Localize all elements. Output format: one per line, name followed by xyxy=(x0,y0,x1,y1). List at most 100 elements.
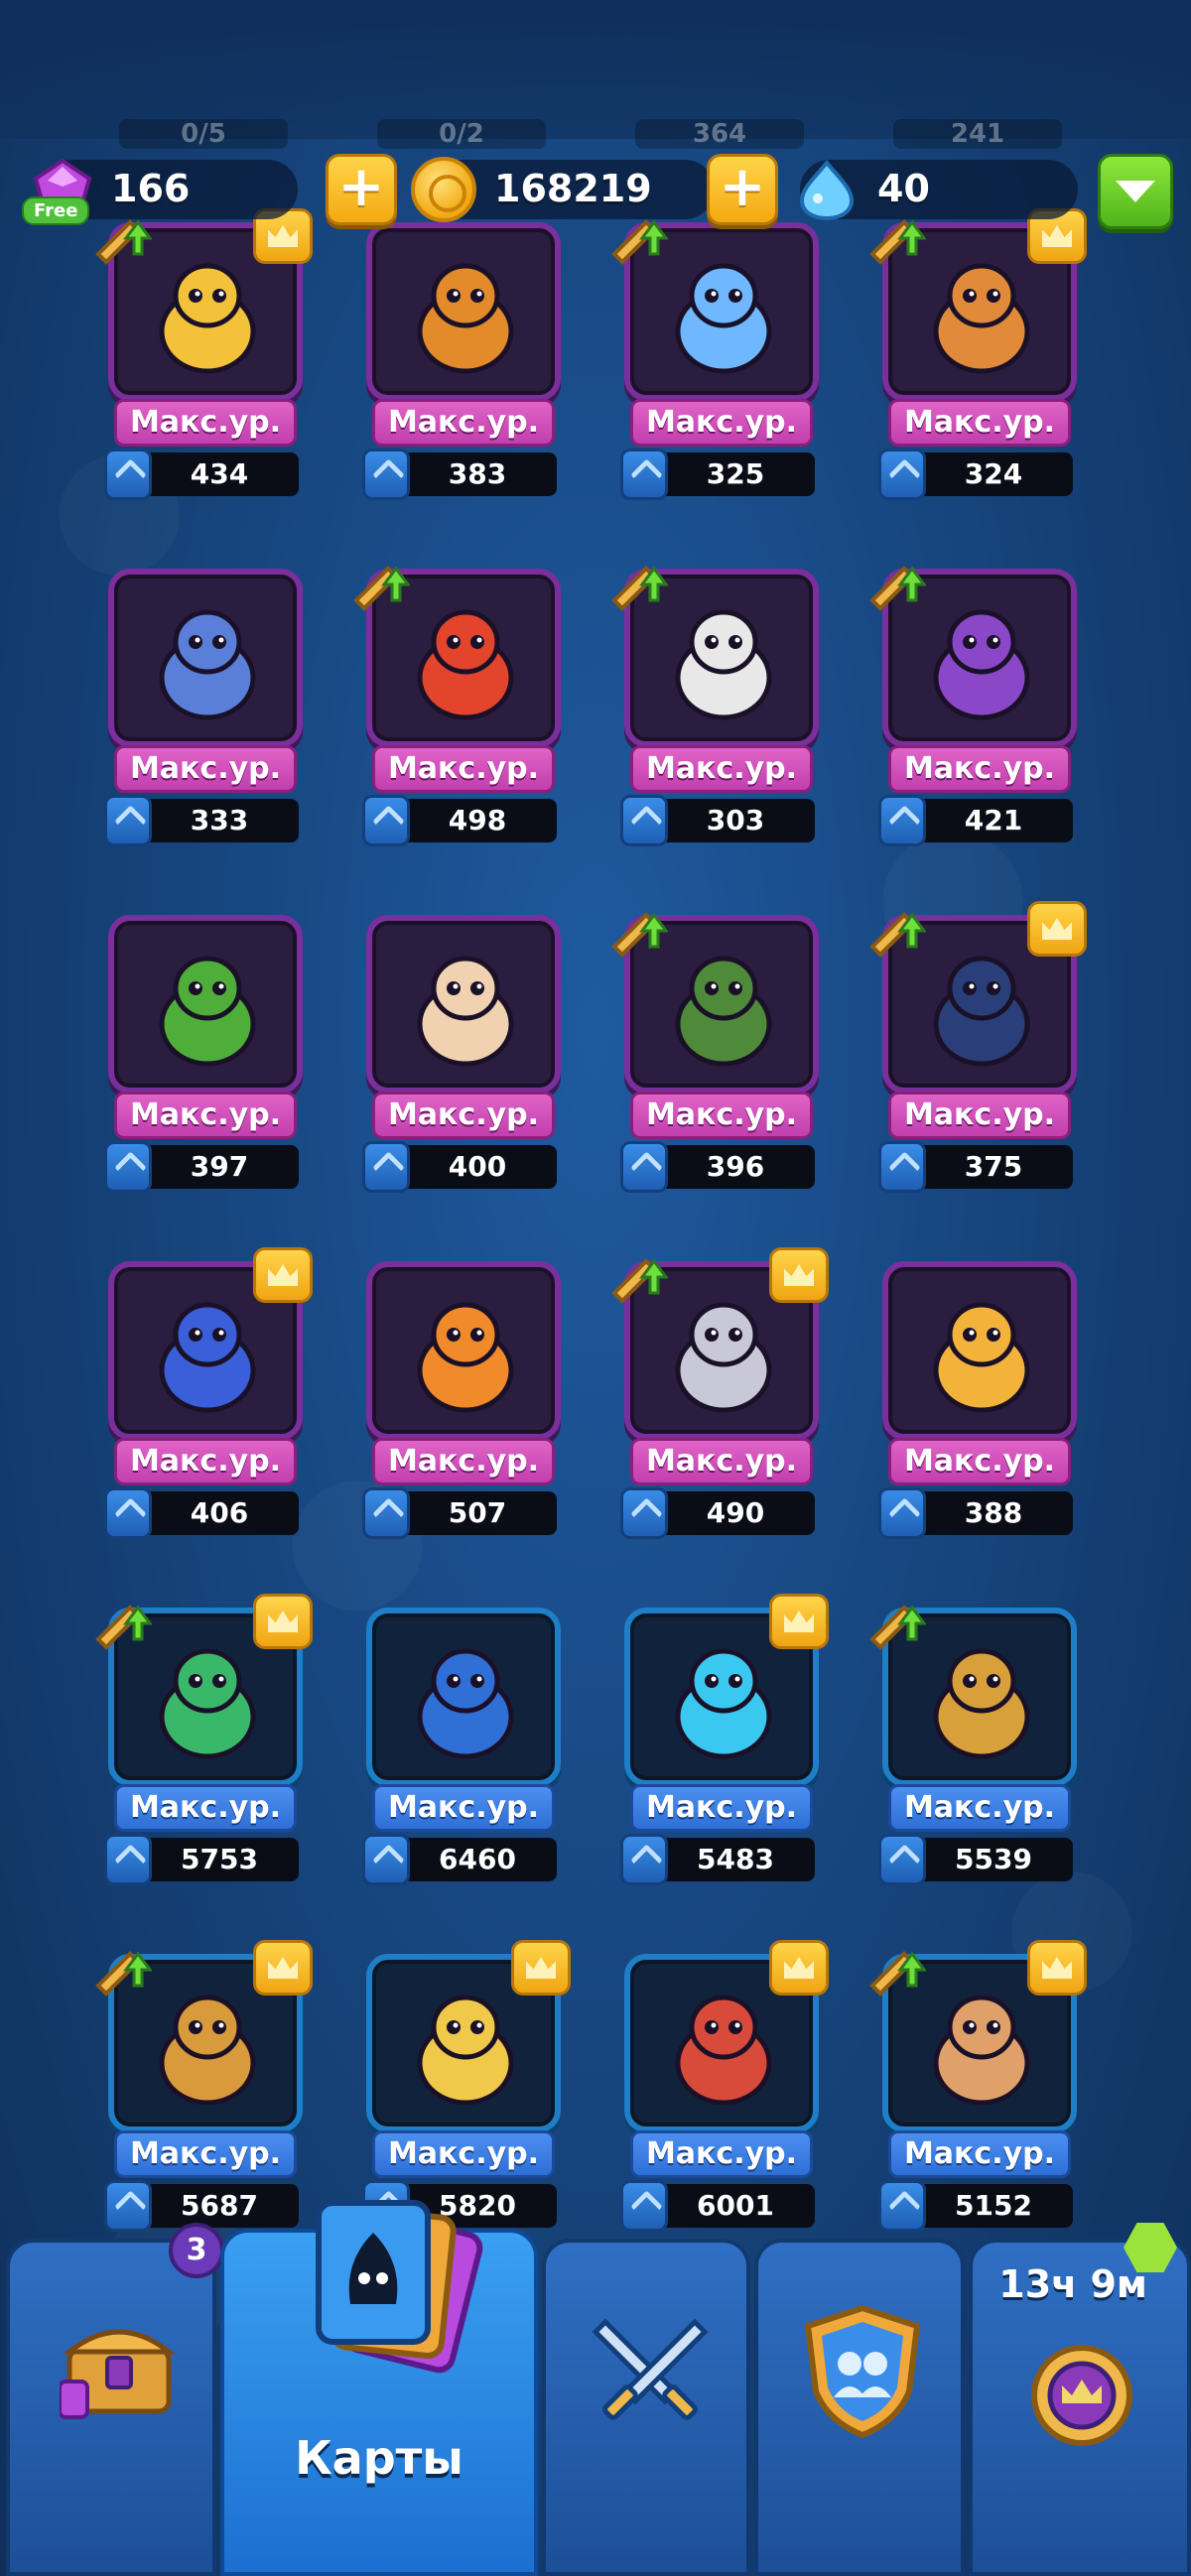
hero-card[interactable]: Макс.ур. 5687 xyxy=(95,1940,313,2238)
plague-doctor-icon xyxy=(933,609,1030,720)
max-level-label: Макс.ур. xyxy=(630,1092,813,1139)
card-stack-icon xyxy=(362,1487,410,1539)
hero-card[interactable]: Макс.ур. 6460 xyxy=(362,1594,561,1891)
knight-icon xyxy=(675,1995,772,2106)
max-level-label: Макс.ур. xyxy=(888,1438,1071,1485)
max-level-label: Макс.ур. xyxy=(888,1784,1071,1832)
hero-card[interactable]: Макс.ур. 5539 xyxy=(869,1594,1077,1891)
crossed-swords-icon xyxy=(592,2318,709,2420)
tab-clan[interactable] xyxy=(754,2239,965,2576)
hero-card[interactable]: Макс.ур. 400 xyxy=(362,901,561,1199)
chest-icon xyxy=(159,1995,256,2106)
coin-icon xyxy=(411,157,476,222)
card-count: 498 xyxy=(398,799,557,842)
max-level-label: Макс.ур. xyxy=(630,399,813,447)
card-count: 388 xyxy=(914,1491,1073,1535)
goblin-icon xyxy=(675,956,772,1067)
hero-card[interactable]: Макс.ур. 388 xyxy=(878,1247,1077,1545)
hero-card[interactable]: Макс.ур. 6001 xyxy=(620,1940,829,2238)
shaman-icon xyxy=(159,1648,256,1759)
crown-icon xyxy=(769,1940,829,1996)
hero-card[interactable]: Макс.ур. 421 xyxy=(869,555,1077,852)
hero-card[interactable]: Макс.ур. 498 xyxy=(353,555,561,852)
upgrade-arrow-icon xyxy=(869,1605,926,1650)
ghost-count: 0/2 xyxy=(377,119,546,149)
card-stack-icon xyxy=(878,449,926,500)
upgrade-arrow-icon xyxy=(611,1258,668,1304)
card-stack-icon xyxy=(104,795,152,846)
hero-card[interactable]: Макс.ур. 5753 xyxy=(95,1594,313,1891)
card-stack-icon xyxy=(620,795,668,846)
banner-icon xyxy=(417,1648,514,1759)
hero-card[interactable]: Макс.ур. 325 xyxy=(611,208,819,506)
crown-icon xyxy=(769,1247,829,1303)
upgrade-arrow-icon xyxy=(611,912,668,958)
free-badge[interactable]: Free xyxy=(22,196,90,225)
hero-card[interactable]: Макс.ур. 383 xyxy=(362,208,561,506)
dropdown-menu-button[interactable] xyxy=(1098,154,1173,229)
card-count: 303 xyxy=(656,799,815,842)
hero-card[interactable]: Макс.ур. 507 xyxy=(362,1247,561,1545)
max-level-label: Макс.ур. xyxy=(630,1784,813,1832)
gems-count: 166 xyxy=(111,167,191,210)
max-level-label: Макс.ур. xyxy=(372,399,555,447)
card-stack-icon xyxy=(362,795,410,846)
hero-card[interactable]: Макс.ур. 406 xyxy=(104,1247,313,1545)
card-count: 383 xyxy=(398,452,557,496)
card-stack-icon xyxy=(104,1141,152,1193)
upgrade-arrow-icon xyxy=(95,1605,152,1650)
robot-icon xyxy=(675,263,772,374)
engineer-icon xyxy=(933,263,1030,374)
laurel-crown-icon xyxy=(1031,2345,1132,2446)
card-stack-icon xyxy=(620,1141,668,1193)
crown-icon xyxy=(769,1594,829,1649)
hero-card[interactable]: Макс.ур. 303 xyxy=(611,555,819,852)
card-count: 434 xyxy=(140,452,299,496)
card-stack-icon xyxy=(362,449,410,500)
top-shade xyxy=(0,0,1191,139)
card-stack-icon xyxy=(362,1834,410,1885)
coins-count: 168219 xyxy=(494,167,652,210)
card-count: 406 xyxy=(140,1491,299,1535)
gargoyle-icon xyxy=(159,609,256,720)
reaper-icon xyxy=(933,956,1030,1067)
max-level-label: Макс.ур. xyxy=(888,399,1071,447)
max-level-label: Макс.ур. xyxy=(114,1438,297,1485)
hero-card[interactable]: Макс.ур. 324 xyxy=(869,208,1087,506)
card-stack-icon xyxy=(362,1141,410,1193)
add-gems-button[interactable]: + xyxy=(326,154,397,225)
hero-card[interactable]: Макс.ур. 5152 xyxy=(869,1940,1087,2238)
hero-card[interactable]: Макс.ур. 396 xyxy=(611,901,819,1199)
plus-icon: + xyxy=(337,155,385,219)
chest-icon xyxy=(60,2329,177,2419)
tab-season[interactable]: 13ч 9м xyxy=(969,2223,1191,2576)
card-stack-icon xyxy=(104,1834,152,1885)
upgrade-arrow-icon xyxy=(353,566,410,611)
hero-card[interactable]: Макс.ур. 333 xyxy=(104,555,303,852)
ghost-count: 0/5 xyxy=(119,119,288,149)
dryad-icon xyxy=(159,956,256,1067)
hero-card[interactable]: Макс.ур. 375 xyxy=(869,901,1087,1199)
card-count: 5753 xyxy=(140,1838,299,1881)
max-level-label: Макс.ур. xyxy=(114,745,297,793)
card-count: 397 xyxy=(140,1145,299,1189)
add-coins-button[interactable]: + xyxy=(707,154,778,225)
tab-chests[interactable]: 3 xyxy=(6,2223,224,2576)
crown-icon xyxy=(253,1940,313,1996)
tab-battle[interactable] xyxy=(542,2239,750,2576)
card-count: 325 xyxy=(656,452,815,496)
card-stack-icon xyxy=(104,1487,152,1539)
hero-card[interactable]: Макс.ур. 397 xyxy=(104,901,303,1199)
wizard-icon xyxy=(159,263,256,374)
hero-card[interactable]: Макс.ур. 434 xyxy=(95,208,313,506)
max-level-label: Макс.ур. xyxy=(114,2130,297,2178)
hero-card[interactable]: Макс.ур. 490 xyxy=(611,1247,829,1545)
card-stack-icon xyxy=(620,449,668,500)
hero-card[interactable]: Макс.ур. 5483 xyxy=(620,1594,829,1891)
clan-shield-icon xyxy=(804,2304,921,2439)
tab-cards[interactable]: Карты xyxy=(220,2200,538,2576)
plus-icon: + xyxy=(719,155,766,219)
max-level-label: Макс.ур. xyxy=(372,1784,555,1832)
card-stack-icon xyxy=(104,449,152,500)
ghost-count: 241 xyxy=(893,119,1062,149)
